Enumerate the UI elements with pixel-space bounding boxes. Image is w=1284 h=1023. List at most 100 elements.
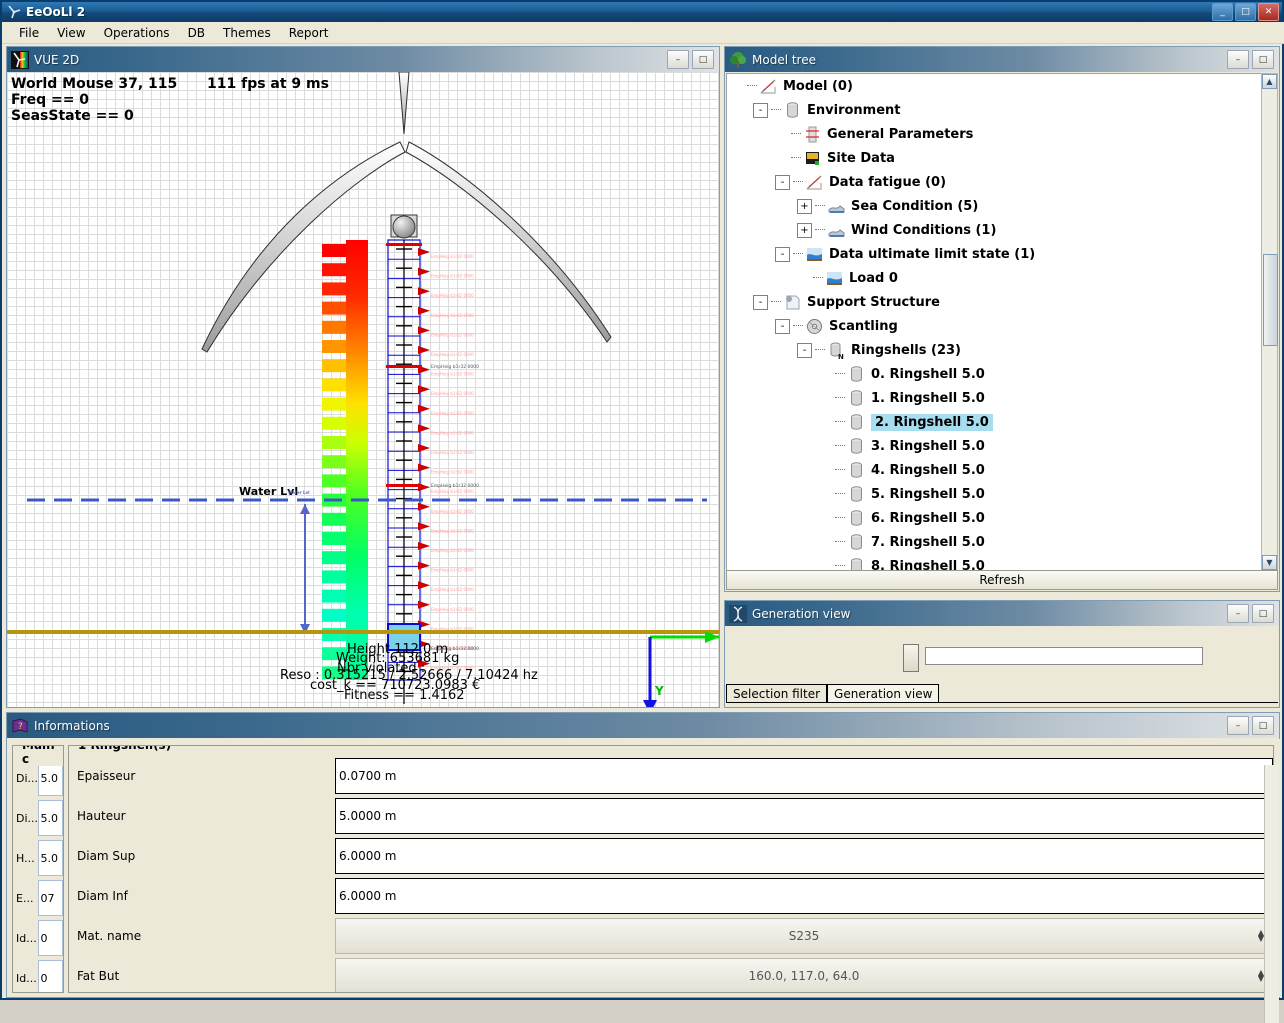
ringshell-row: Diam Inf 6.0000 m <box>69 876 1273 916</box>
ringshell-row: Fat But 160.0, 117.0, 64.0 ▲ ▼ <box>69 956 1273 992</box>
tree-node[interactable]: - Data ultimate limit state (1) <box>727 242 1261 266</box>
main-column-value[interactable]: 5.0 <box>37 840 63 876</box>
tree-node[interactable]: - Data fatigue (0) <box>727 170 1261 194</box>
svg-text:EmpHeig b1r32 0000: EmpHeig b1r32 0000 <box>431 430 474 435</box>
refresh-button[interactable]: Refresh <box>726 570 1278 590</box>
maximize-button[interactable]: □ <box>1235 3 1256 21</box>
tree-node[interactable]: Site Data <box>727 146 1261 170</box>
tab-selection-filter[interactable]: Selection filter <box>726 684 828 702</box>
menu-report[interactable]: Report <box>280 24 338 42</box>
scroll-thumb[interactable] <box>1263 254 1278 346</box>
tree-node-label: Wind Conditions (1) <box>851 222 997 238</box>
sea-icon <box>827 221 846 240</box>
tree-node[interactable]: - N Ringshells (23) <box>727 338 1261 362</box>
svg-text:EmpHeig b1r32 0000: EmpHeig b1r32 0000 <box>431 254 474 259</box>
tree-node[interactable]: 5. Ringshell 5.0 <box>727 482 1261 506</box>
stat-fitness: Fitness == 1.4162 <box>344 688 465 703</box>
svg-text:N: N <box>838 353 844 360</box>
cylinder-icon <box>847 509 866 528</box>
tree-node[interactable]: - Scantling <box>727 314 1261 338</box>
ringshell-label: Diam Inf <box>77 889 128 903</box>
menu-operations[interactable]: Operations <box>95 24 179 42</box>
tree-node[interactable]: 3. Ringshell 5.0 <box>727 434 1261 458</box>
ringshell-input[interactable]: 6.0000 m <box>335 838 1273 874</box>
model-tree-maximize-button[interactable]: □ <box>1252 50 1274 69</box>
svg-text:EmpHeig b1r32 0000: EmpHeig b1r32 0000 <box>431 391 474 396</box>
tree-node[interactable]: General Parameters <box>727 122 1261 146</box>
generation-slider-track[interactable] <box>925 647 1203 665</box>
ringshell-input[interactable]: 6.0000 m <box>335 878 1273 914</box>
tree-node[interactable]: 2. Ringshell 5.0 <box>727 410 1261 434</box>
collapse-toggle-icon[interactable]: - <box>753 294 768 310</box>
ringshell-input[interactable]: 0.0700 m <box>335 758 1273 794</box>
model-tree-scrollbar[interactable]: ▲ ▼ <box>1261 73 1278 571</box>
informations-title: Informations <box>34 718 110 733</box>
ringshell-combo[interactable]: S235 ▲ ▼ <box>335 918 1273 954</box>
tab-generation-view[interactable]: Generation view <box>827 684 940 702</box>
tree-connector <box>747 85 757 87</box>
vue-2d-canvas[interactable]: World Mouse 37, 115 Freq == 0 SeasState … <box>7 72 719 707</box>
generation-view-tabs: Selection filter Generation view <box>726 682 1278 703</box>
ringshell-input[interactable]: 5.0000 m <box>335 798 1273 834</box>
ringshells-icon: N <box>827 341 846 361</box>
tree-node[interactable]: 8. Ringshell 5.0 <box>727 554 1261 570</box>
scroll-up-button[interactable]: ▲ <box>1262 74 1277 89</box>
collapse-toggle-icon[interactable]: - <box>753 102 768 118</box>
tree-node[interactable]: + Wind Conditions (1) <box>727 218 1261 242</box>
main-column-value[interactable]: 0 <box>37 960 63 992</box>
window-buttons: _ □ ✕ <box>1212 3 1282 21</box>
svg-text:EmpHeig b1r32 0000: EmpHeig b1r32 0000 <box>431 293 474 298</box>
tree-node[interactable]: 4. Ringshell 5.0 <box>727 458 1261 482</box>
scroll-down-button[interactable]: ▼ <box>1262 555 1277 570</box>
main-column-value[interactable]: 5.0 <box>37 800 63 836</box>
generation-slider[interactable] <box>903 644 1203 672</box>
informations-minimize-button[interactable]: – <box>1227 716 1249 735</box>
collapse-toggle-icon[interactable]: - <box>797 342 812 358</box>
collapse-toggle-icon[interactable]: - <box>775 174 790 190</box>
ringshell-label: Mat. name <box>77 929 142 943</box>
main-column-value[interactable]: 0 <box>37 920 63 956</box>
vue-2d-maximize-button[interactable]: □ <box>692 50 714 69</box>
expand-toggle-icon[interactable]: + <box>797 198 812 214</box>
tree-node[interactable]: 1. Ringshell 5.0 <box>727 386 1261 410</box>
menu-view[interactable]: View <box>48 24 94 42</box>
vue-2d-minimize-button[interactable]: – <box>667 50 689 69</box>
tree-node[interactable]: Model (0) <box>727 74 1261 98</box>
minimize-button[interactable]: _ <box>1212 3 1233 21</box>
tree-node[interactable]: - Support Structure <box>727 290 1261 314</box>
model-tree-title: Model tree <box>752 52 816 67</box>
expand-toggle-icon[interactable]: + <box>797 222 812 238</box>
informations-maximize-button[interactable]: □ <box>1252 716 1274 735</box>
main-column-row: E... 07 <box>13 878 63 918</box>
informations-scrollbar[interactable] <box>1264 765 1279 1023</box>
scantling-icon <box>805 317 824 336</box>
close-button[interactable]: ✕ <box>1258 3 1279 21</box>
generation-view-minimize-button[interactable]: – <box>1227 604 1249 623</box>
tree-connector <box>835 421 845 423</box>
model-tree-minimize-button[interactable]: – <box>1227 50 1249 69</box>
tree-node[interactable]: 6. Ringshell 5.0 <box>727 506 1261 530</box>
main-column-value[interactable]: 07 <box>37 880 63 916</box>
generation-view-maximize-button[interactable]: □ <box>1252 604 1274 623</box>
menu-file[interactable]: File <box>10 24 48 42</box>
tree-connector <box>771 109 781 111</box>
collapse-toggle-icon[interactable]: - <box>775 318 790 334</box>
tree-node[interactable]: 7. Ringshell 5.0 <box>727 530 1261 554</box>
menu-themes[interactable]: Themes <box>214 24 280 42</box>
tree-connector <box>771 301 781 303</box>
tree-node[interactable]: 0. Ringshell 5.0 <box>727 362 1261 386</box>
model-tree-panel: Model tree – □ Model (0) - Environment Gene… <box>724 46 1280 592</box>
ringshell-combo[interactable]: 160.0, 117.0, 64.0 ▲ ▼ <box>335 958 1273 992</box>
model-tree-list[interactable]: Model (0) - Environment General Parameters S… <box>726 73 1262 571</box>
collapse-toggle-icon[interactable]: - <box>775 246 790 262</box>
tree-node[interactable]: - Environment <box>727 98 1261 122</box>
tree-node[interactable]: + Sea Condition (5) <box>727 194 1261 218</box>
generation-slider-thumb[interactable] <box>903 644 919 672</box>
tree-connector <box>835 469 845 471</box>
menu-db[interactable]: DB <box>179 24 214 42</box>
tree-node[interactable]: Load 0 <box>727 266 1261 290</box>
